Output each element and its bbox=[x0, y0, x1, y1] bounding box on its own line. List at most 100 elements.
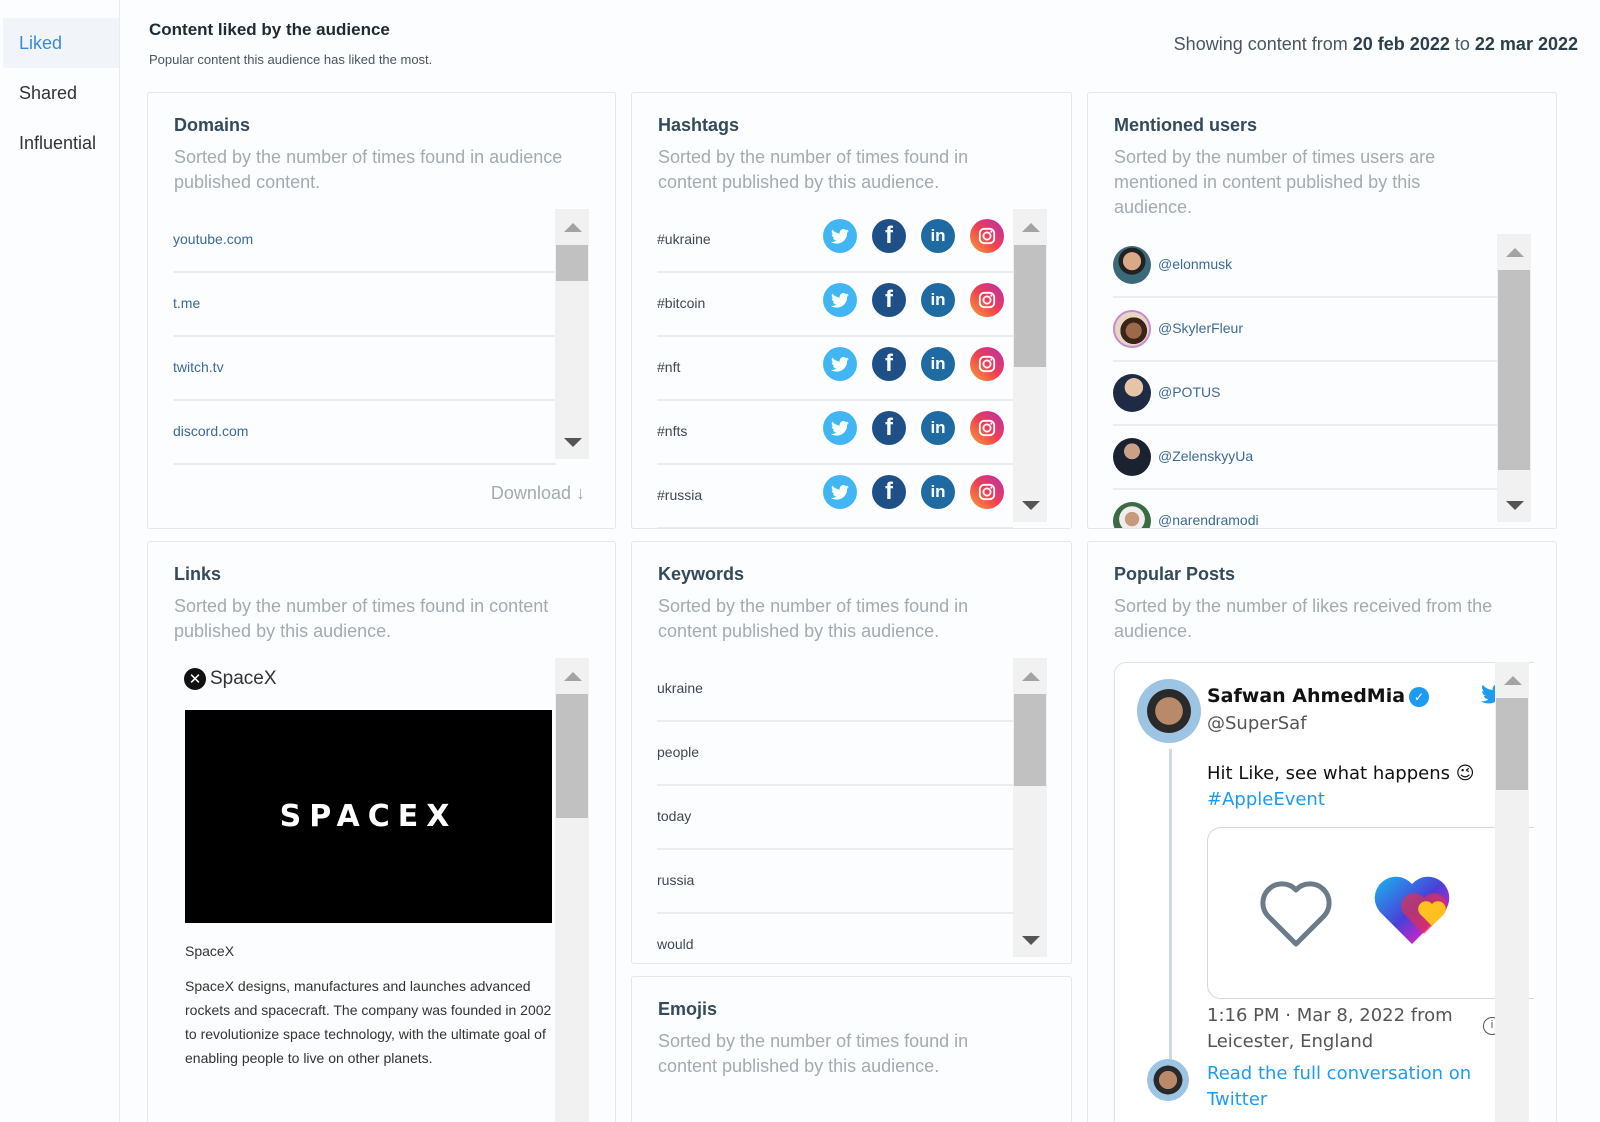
instagram-icon[interactable] bbox=[970, 347, 1004, 381]
sidebar-item-liked[interactable]: Liked bbox=[3, 18, 119, 68]
card-description: Sorted by the number of times found in c… bbox=[658, 147, 969, 192]
scroll-up-arrow-icon[interactable] bbox=[1022, 672, 1040, 681]
twitter-icon[interactable] bbox=[823, 283, 857, 317]
scroll-up-arrow-icon[interactable] bbox=[1506, 248, 1524, 257]
hashtags-list: #ukraine f in #bitcoin f in #nft f in #nfts f in #ru… bbox=[657, 209, 1047, 528]
hashtags-card: Hashtags Sorted by the number of times f… bbox=[631, 92, 1072, 529]
domain-link[interactable]: twitch.tv bbox=[173, 359, 224, 375]
card-description: Sorted by the number of likes received f… bbox=[1114, 596, 1493, 641]
card-description: Sorted by the number of times found in a… bbox=[174, 147, 563, 192]
instagram-icon[interactable] bbox=[970, 475, 1004, 509]
scrollbar[interactable] bbox=[1497, 234, 1531, 522]
list-item[interactable]: @elonmusk bbox=[1113, 234, 1497, 298]
scrollbar[interactable] bbox=[1495, 662, 1529, 1122]
user-handle[interactable]: @SkylerFleur bbox=[1158, 320, 1243, 336]
facebook-icon[interactable]: f bbox=[872, 411, 906, 445]
facebook-icon[interactable]: f bbox=[872, 475, 906, 509]
instagram-icon[interactable] bbox=[970, 219, 1004, 253]
list-item[interactable]: #nft f in bbox=[657, 337, 1013, 401]
list-item[interactable]: would bbox=[657, 914, 1013, 963]
date-prefix: Showing content from bbox=[1173, 34, 1348, 54]
linkedin-icon[interactable]: in bbox=[921, 283, 955, 317]
domain-link[interactable]: discord.com bbox=[173, 423, 248, 439]
scroll-thumb[interactable] bbox=[1014, 245, 1046, 367]
instagram-icon[interactable] bbox=[970, 411, 1004, 445]
scroll-up-arrow-icon[interactable] bbox=[1022, 223, 1040, 232]
scrollbar[interactable] bbox=[555, 209, 589, 459]
list-item[interactable]: @SkylerFleur bbox=[1113, 298, 1497, 362]
sidebar-item-shared[interactable]: Shared bbox=[3, 68, 119, 118]
popular-posts-card: Popular Posts Sorted by the number of li… bbox=[1087, 541, 1557, 1122]
author-name: Safwan AhmedMia bbox=[1207, 685, 1406, 707]
scroll-up-arrow-icon[interactable] bbox=[564, 672, 582, 681]
list-item[interactable]: #ukraine f in bbox=[657, 209, 1013, 273]
facebook-icon[interactable]: f bbox=[872, 219, 906, 253]
domain-link[interactable]: youtube.com bbox=[173, 231, 253, 247]
user-handle[interactable]: @narendramodi bbox=[1158, 512, 1259, 528]
link-preview-image[interactable]: SPACEX bbox=[185, 710, 552, 923]
tweet-author-handle[interactable]: @SuperSaf bbox=[1207, 713, 1307, 734]
download-label: Download bbox=[490, 483, 571, 503]
scroll-thumb[interactable] bbox=[1496, 698, 1528, 790]
scroll-up-arrow-icon[interactable] bbox=[1504, 676, 1522, 685]
tweet-author-avatar[interactable] bbox=[1137, 679, 1201, 743]
user-handle[interactable]: @ZelenskyyUa bbox=[1158, 448, 1253, 464]
scroll-thumb[interactable] bbox=[556, 694, 588, 818]
list-item[interactable]: @narendramodi bbox=[1113, 490, 1497, 528]
scroll-down-arrow-icon[interactable] bbox=[1022, 501, 1040, 510]
read-conversation-link[interactable]: Read the full conversation on Twitter bbox=[1207, 1061, 1477, 1113]
list-item[interactable]: people bbox=[657, 722, 1013, 786]
twitter-icon[interactable] bbox=[823, 347, 857, 381]
linkedin-icon[interactable]: in bbox=[921, 219, 955, 253]
list-item[interactable]: russia bbox=[657, 850, 1013, 914]
tweet-author-name[interactable]: Safwan AhmedMia ✓ bbox=[1207, 685, 1430, 707]
list-item[interactable]: #russia f in bbox=[657, 465, 1013, 528]
site-name: SpaceX bbox=[210, 668, 277, 689]
scroll-down-arrow-icon[interactable] bbox=[564, 438, 582, 447]
tweet-body: Hit Like, see what happens 😉 bbox=[1207, 763, 1475, 784]
sidebar-item-influential[interactable]: Influential bbox=[3, 118, 119, 168]
linkedin-icon[interactable]: in bbox=[921, 411, 955, 445]
tweet-hashtag-link[interactable]: #AppleEvent bbox=[1207, 789, 1325, 810]
list-item[interactable]: #bitcoin f in bbox=[657, 273, 1013, 337]
domain-link[interactable]: t.me bbox=[173, 295, 200, 311]
scroll-thumb[interactable] bbox=[1014, 694, 1046, 786]
page-subtitle: Popular content this audience has liked … bbox=[149, 52, 433, 67]
download-button[interactable]: Download ↓ bbox=[491, 483, 585, 504]
scroll-thumb[interactable] bbox=[556, 245, 588, 281]
twitter-icon[interactable] bbox=[823, 411, 857, 445]
avatar bbox=[1113, 502, 1151, 528]
list-item[interactable]: twitch.tv bbox=[173, 337, 556, 401]
user-handle[interactable]: @elonmusk bbox=[1158, 256, 1232, 272]
scrollbar[interactable] bbox=[1013, 209, 1047, 522]
linkedin-icon[interactable]: in bbox=[921, 475, 955, 509]
tweet-timestamp[interactable]: 1:16 PM · Mar 8, 2022 from Leicester, En… bbox=[1207, 1003, 1477, 1055]
link-preview-site[interactable]: ✕ SpaceX bbox=[184, 668, 277, 690]
scroll-thumb[interactable] bbox=[1498, 270, 1530, 470]
facebook-icon[interactable]: f bbox=[872, 283, 906, 317]
list-item[interactable]: @POTUS bbox=[1113, 362, 1497, 426]
scrollbar[interactable] bbox=[555, 658, 589, 1122]
scroll-down-arrow-icon[interactable] bbox=[1506, 501, 1524, 510]
list-item[interactable]: today bbox=[657, 786, 1013, 850]
instagram-icon[interactable] bbox=[970, 283, 1004, 317]
tweet-author-avatar-small[interactable] bbox=[1147, 1059, 1189, 1101]
scroll-down-arrow-icon[interactable] bbox=[1022, 936, 1040, 945]
list-item[interactable]: @ZelenskyyUa bbox=[1113, 426, 1497, 490]
user-handle[interactable]: @POTUS bbox=[1158, 384, 1220, 400]
linkedin-icon[interactable]: in bbox=[921, 347, 955, 381]
embedded-tweet[interactable]: Safwan AhmedMia ✓ @SuperSaf Hit Like, see… bbox=[1114, 662, 1534, 1122]
list-item[interactable]: youtube.com bbox=[173, 209, 556, 273]
list-item[interactable]: ukraine bbox=[657, 658, 1013, 722]
scroll-up-arrow-icon[interactable] bbox=[564, 223, 582, 232]
twitter-icon[interactable] bbox=[823, 219, 857, 253]
list-item[interactable]: discord.com bbox=[173, 401, 556, 465]
date-range: Showing content from 20 feb 2022 to 22 m… bbox=[1174, 34, 1578, 55]
verified-badge-icon: ✓ bbox=[1409, 686, 1430, 707]
twitter-icon[interactable] bbox=[823, 475, 857, 509]
tweet-media[interactable] bbox=[1207, 827, 1534, 999]
list-item[interactable]: t.me bbox=[173, 273, 556, 337]
list-item[interactable]: #nfts f in bbox=[657, 401, 1013, 465]
scrollbar[interactable] bbox=[1013, 658, 1047, 957]
facebook-icon[interactable]: f bbox=[872, 347, 906, 381]
